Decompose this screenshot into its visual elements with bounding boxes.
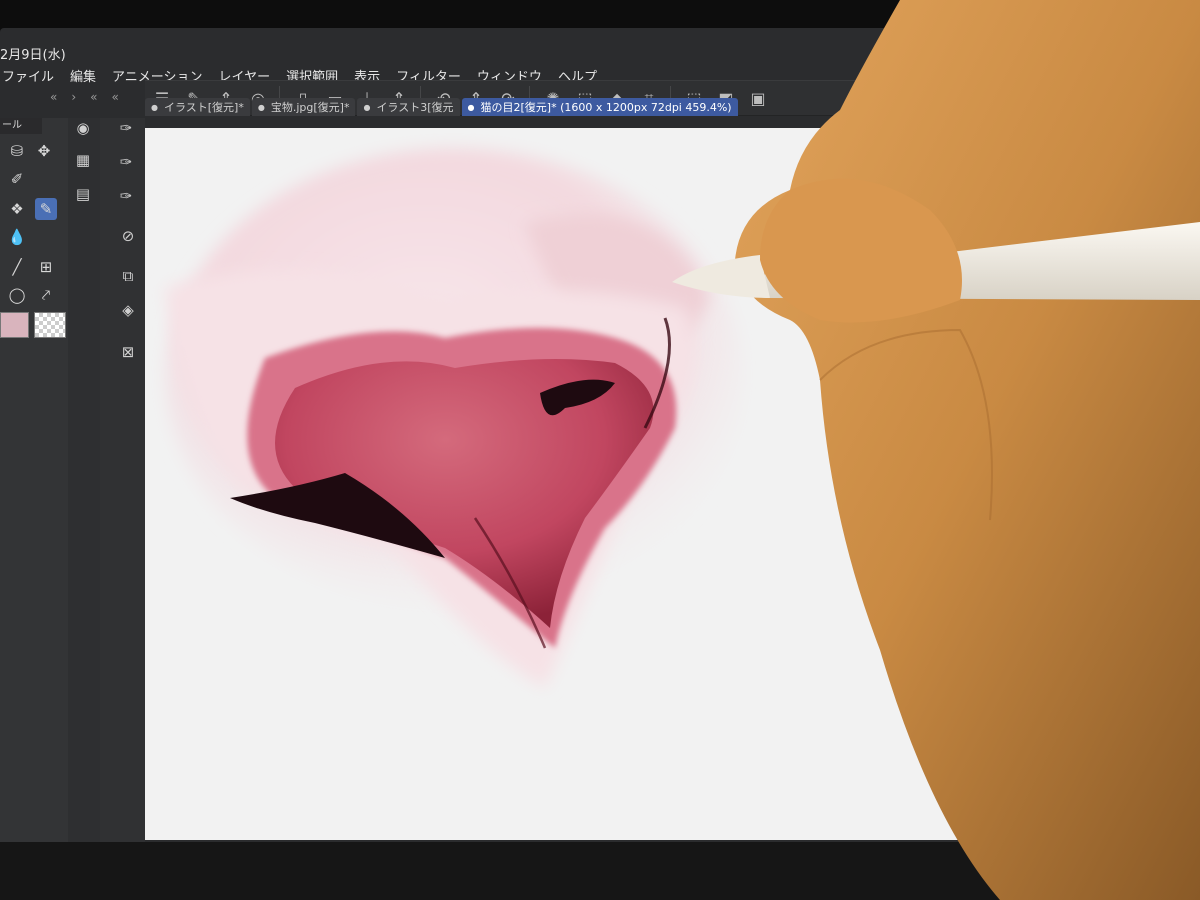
correction-icon[interactable]: ⤤ bbox=[35, 284, 57, 306]
tab-label: イラスト3[復元 bbox=[376, 101, 454, 114]
menu-file[interactable]: ファイル bbox=[2, 66, 54, 85]
search-rotate-icon[interactable]: ⊘ bbox=[116, 224, 140, 248]
collapse-left-icon-2[interactable]: « bbox=[90, 90, 97, 104]
line-tool-icon[interactable]: ╱ bbox=[6, 256, 28, 278]
tab-dot-icon: ● bbox=[257, 102, 265, 112]
status-date: 2月9日(水) bbox=[0, 48, 66, 63]
tab-dot-icon: ● bbox=[363, 102, 371, 112]
brush-settings-icon[interactable]: ✑ bbox=[114, 116, 138, 140]
color-chips bbox=[0, 308, 68, 338]
collapse-left-icon[interactable]: « bbox=[50, 90, 57, 104]
tab-cat-eye-2[interactable]: ● 猫の目2[復元]* (1600 x 1200px 72dpi 459.4%) bbox=[461, 98, 738, 116]
brush-size-icon[interactable]: ✑ bbox=[114, 150, 138, 174]
tab-dot-icon: ● bbox=[151, 102, 158, 112]
cat-nose-illustration bbox=[165, 148, 745, 688]
navigator-icon[interactable]: ◉ bbox=[71, 116, 95, 140]
menu-edit[interactable]: 編集 bbox=[70, 66, 96, 85]
film-icon[interactable]: ▤ bbox=[71, 182, 95, 206]
tab-dot-icon: ● bbox=[467, 102, 475, 112]
drawing-canvas[interactable] bbox=[145, 128, 980, 840]
device-bezel-bottom bbox=[0, 842, 1200, 900]
expand-right-icon[interactable]: › bbox=[71, 90, 76, 104]
tool-panel-title: ール bbox=[0, 118, 42, 134]
battery-indicator: 3% bbox=[1120, 0, 1138, 9]
grid-panel-icon[interactable]: ▦ bbox=[71, 148, 95, 172]
pattern-brush-icon[interactable]: ❖ bbox=[6, 198, 28, 220]
tab-illust[interactable]: ● イラスト[復元]* bbox=[145, 98, 250, 116]
tab-illust3[interactable]: ● イラスト3[復元 bbox=[357, 98, 460, 116]
tab-label: 猫の目2[復元]* (1600 x 1200px 72dpi 459.4%) bbox=[480, 101, 732, 114]
balloon-icon[interactable]: ◯ bbox=[6, 284, 28, 306]
document-tabs: ● イラスト[復元]* ● 宝物.jpg[復元]* ● イラスト3[復元 ● 猫… bbox=[145, 96, 1145, 116]
move-icon[interactable]: ✥ bbox=[33, 140, 55, 162]
blend-drop-icon[interactable]: 💧 bbox=[6, 226, 28, 248]
layer-move-icon[interactable]: ⛁ bbox=[6, 140, 28, 162]
close-panel-icon[interactable]: ⊠ bbox=[116, 340, 140, 364]
eyedropper-icon[interactable]: ✐ bbox=[6, 168, 28, 190]
main-color-swatch[interactable] bbox=[0, 312, 29, 338]
tab-takaramono[interactable]: ● 宝物.jpg[復元]* bbox=[251, 98, 356, 116]
tab-label: イラスト[復元]* bbox=[163, 101, 244, 114]
layers-icon[interactable]: ◈ bbox=[116, 298, 140, 322]
transparent-color-swatch[interactable] bbox=[34, 312, 66, 338]
sub-tool-bar bbox=[68, 118, 100, 842]
frame-tool-icon[interactable]: ⊞ bbox=[35, 256, 57, 278]
panel-controls: « › « « bbox=[50, 86, 145, 108]
brush-density-icon[interactable]: ✑ bbox=[114, 184, 138, 208]
tab-label: 宝物.jpg[復元]* bbox=[270, 101, 350, 114]
collapse-left-icon-3[interactable]: « bbox=[112, 90, 119, 104]
layer-property-icon[interactable]: ⧉ bbox=[116, 264, 140, 288]
pen-tool-icon[interactable]: ✎ bbox=[35, 198, 57, 220]
